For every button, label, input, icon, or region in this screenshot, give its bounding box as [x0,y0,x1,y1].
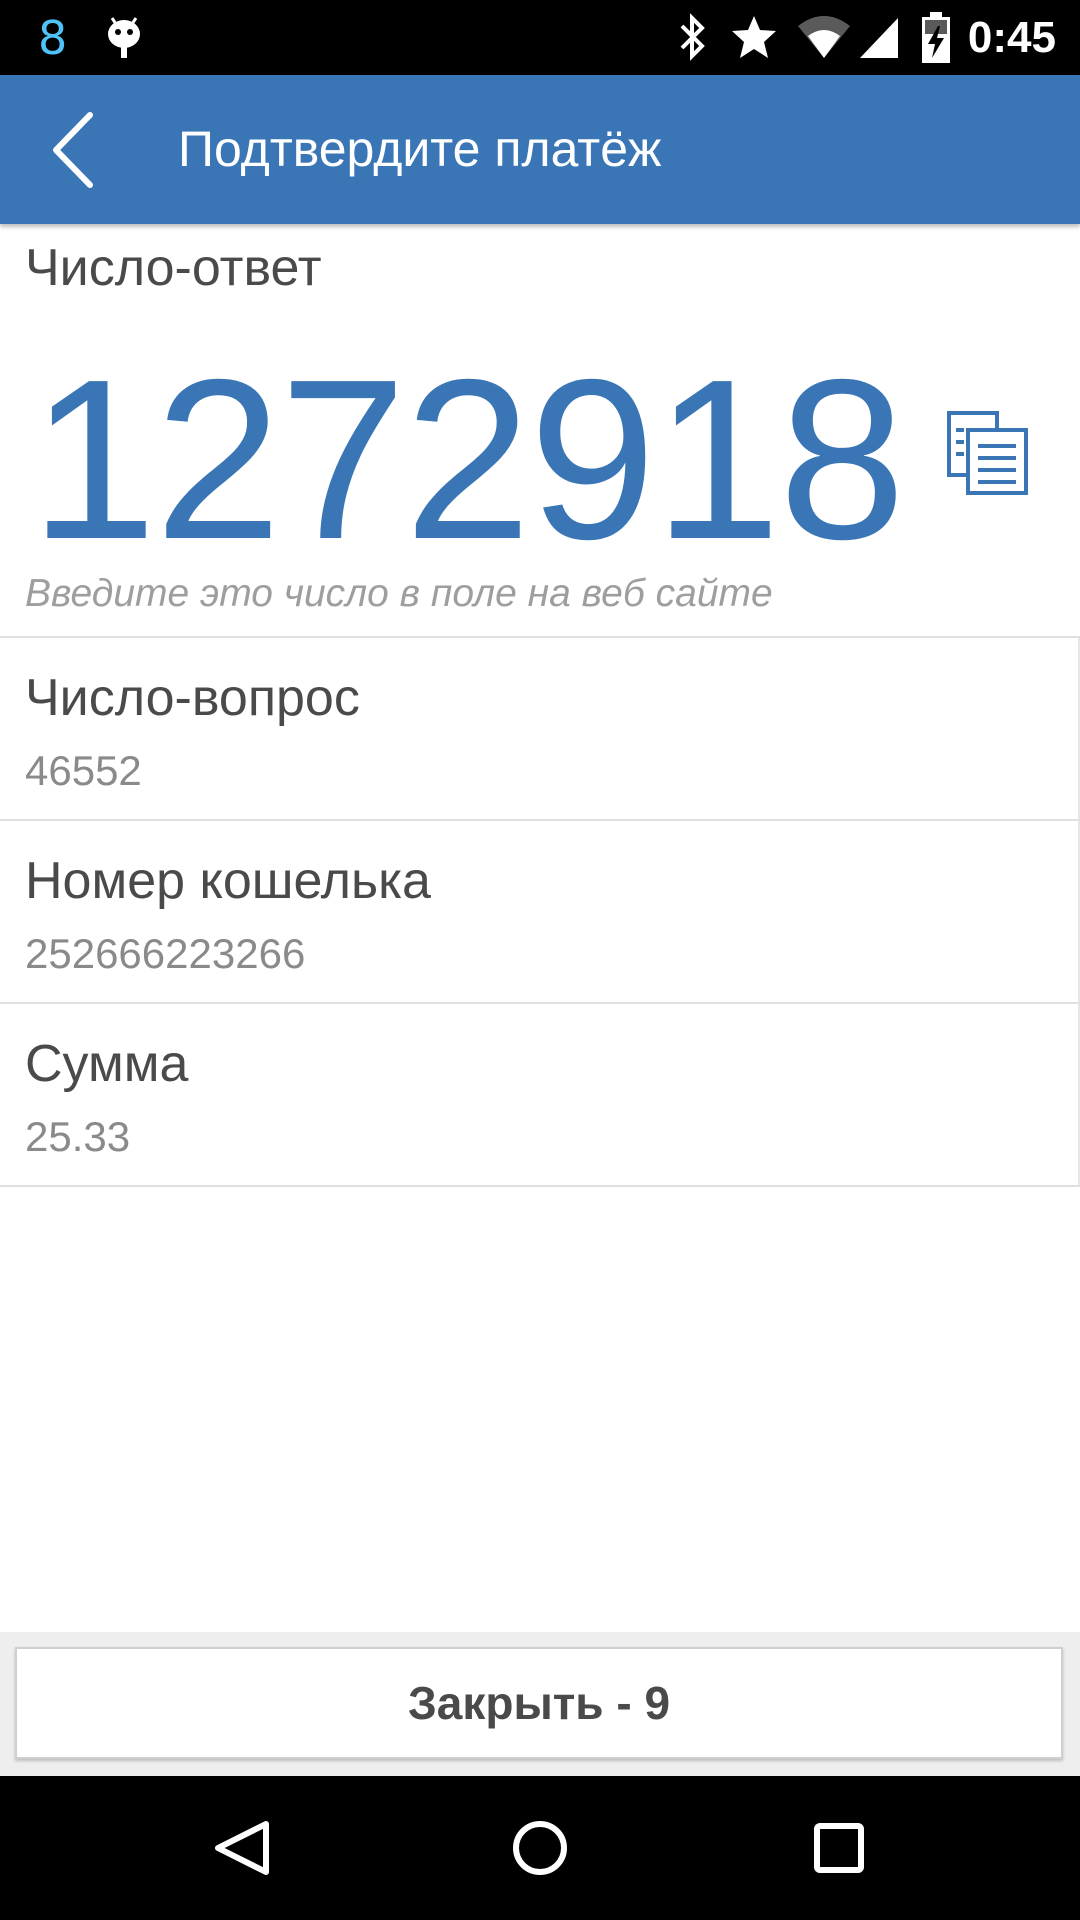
answer-number: 1272918 [30,333,906,587]
home-circle-icon[interactable] [485,1796,595,1900]
wallet-number-value: 252666223266 [25,930,306,977]
recents-square-icon[interactable] [784,1796,894,1900]
wallet-number-label: Номер кошелька [25,852,431,910]
signal-icon [860,18,898,58]
bluetooth-icon [680,13,705,61]
footer-bar: Закрыть - 9 [0,1632,1080,1776]
android-debug-icon [108,17,140,58]
list-item: Сумма 25.33 [0,1004,1080,1186]
page-title: Подтвердите платёж [178,121,662,177]
list-item: Номер кошелька 252666223266 [0,821,1080,1003]
status-clock: 0:45 [967,13,1056,62]
question-number-label: Число-вопрос [25,669,360,727]
system-nav-bar [0,1776,1080,1920]
battery-charging-icon [922,12,950,63]
divider [0,1185,1080,1187]
list-item: Число-вопрос 46552 [0,638,1080,820]
amount-label: Сумма [25,1035,189,1093]
star-icon [732,16,776,58]
amount-value: 25.33 [25,1113,131,1160]
notification-count: 8 [38,11,68,65]
copy-icon[interactable] [946,410,1030,496]
question-number-value: 46552 [25,747,142,794]
answer-hint: Введите это число в поле на веб сайте [25,572,773,615]
back-chevron-icon[interactable] [40,105,110,195]
answer-label: Число-ответ [25,239,322,297]
app-bar: Подтвердите платёж [0,75,1080,224]
status-bar: 8 0:45 [0,0,1080,75]
wifi-icon [798,16,850,58]
close-button[interactable]: Закрыть - 9 [15,1647,1063,1759]
back-triangle-icon[interactable] [186,1796,296,1900]
